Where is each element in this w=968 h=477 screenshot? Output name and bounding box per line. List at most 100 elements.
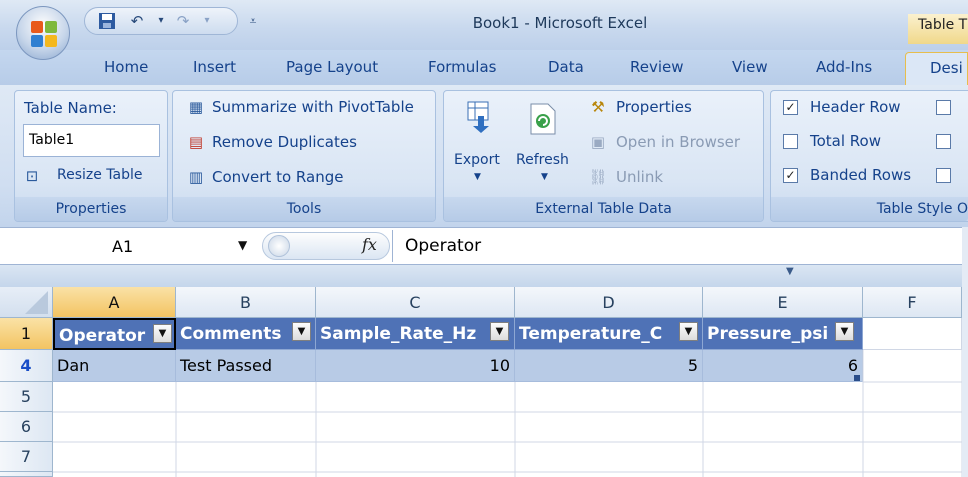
column-header-e[interactable]: E [703,287,863,318]
select-all-corner[interactable] [0,287,53,318]
undo-icon[interactable]: ↶ [126,10,148,32]
properties-group-label: Properties [15,197,167,221]
open-in-browser-icon: ▣ [590,133,606,151]
redo-icon[interactable]: ↷ [172,10,194,32]
row-header-8[interactable] [0,472,53,477]
customize-qat-icon[interactable]: ⩡ [242,10,264,32]
total-row-label: Total Row [810,132,881,150]
table-header-cell[interactable]: Sample_Rate_Hz ▼ [316,318,515,350]
properties-button[interactable]: ⚒ Properties [586,96,758,120]
summarize-pivottable-button[interactable]: ▦ Summarize with PivotTable [182,96,432,120]
window-right-edge [962,227,968,477]
tab-home[interactable]: Home [104,58,148,80]
filter-dropdown-icon[interactable]: ▼ [490,322,509,341]
open-in-browser-label: Open in Browser [616,133,741,151]
tab-data[interactable]: Data [548,58,584,80]
formula-bar-expand-handle[interactable] [268,235,290,257]
total-row-checkbox[interactable] [783,134,798,149]
table-header-temperature: Temperature_C [519,324,663,344]
undo-dropdown-icon[interactable]: ▾ [150,10,172,32]
table-header-comments: Comments [180,324,282,344]
table-header-sample-rate: Sample_Rate_Hz [320,324,477,344]
formula-input[interactable]: Operator [405,236,481,256]
column-header-d[interactable]: D [515,287,703,318]
export-button[interactable]: Export ▼ [452,96,508,192]
save-icon[interactable] [96,10,118,32]
table-header-cell[interactable]: Temperature_C ▼ [515,318,703,350]
table-header-cell[interactable]: Comments ▼ [176,318,316,350]
office-button[interactable] [16,6,70,60]
formula-bar-divider [392,230,393,262]
formula-bar-splitter [0,265,968,287]
banded-columns-checkbox[interactable] [936,168,951,183]
table-name-input[interactable]: Table1 [23,124,160,157]
name-box[interactable]: A1 [0,230,258,262]
convert-to-range-button[interactable]: ▥ Convert to Range [182,166,432,190]
pivottable-icon: ▦ [188,98,204,116]
export-icon [467,101,489,133]
tab-page-layout[interactable]: Page Layout [286,58,378,80]
filter-dropdown-icon[interactable]: ▼ [679,322,698,341]
split-marker-icon[interactable]: ▼ [786,266,794,277]
convert-to-range-label: Convert to Range [212,168,344,186]
cell-f1[interactable] [863,318,962,350]
external-table-data-group-label: External Table Data [444,197,763,221]
convert-to-range-icon: ▥ [188,168,204,186]
banded-rows-label: Banded Rows [810,166,912,184]
export-label: Export [454,152,500,168]
refresh-label: Refresh [516,152,569,168]
last-column-checkbox[interactable] [936,134,951,149]
properties-label: Properties [616,98,692,116]
tab-review[interactable]: Review [630,58,684,80]
column-header-c[interactable]: C [316,287,515,318]
tab-formulas[interactable]: Formulas [428,58,496,80]
table-name-label: Table Name: [24,99,117,117]
table-style-options-group-label: Table Style O [771,197,968,221]
excel-window: ↶ ▾ ↷ ▾ ⩡ Book1 - Microsoft Excel Table … [0,0,968,477]
redo-dropdown-icon[interactable]: ▾ [196,10,218,32]
properties-icon: ⚒ [591,98,605,116]
unlink-icon: ⛓ [588,168,608,186]
row-header-6[interactable]: 6 [0,412,53,442]
export-dropdown-icon: ▼ [474,172,481,182]
select-all-icon [25,291,48,314]
first-column-checkbox[interactable] [936,100,951,115]
row-header-7[interactable]: 7 [0,442,53,472]
tools-group-label: Tools [173,197,435,221]
open-in-browser-button[interactable]: ▣ Open in Browser [586,131,758,155]
refresh-icon [530,103,556,135]
filter-dropdown-icon[interactable]: ▼ [292,322,311,341]
unlink-button[interactable]: ⛓ Unlink [586,166,758,190]
table-header-pressure: Pressure_psi [707,324,829,344]
tab-design[interactable]: Desi [905,52,968,86]
table-header-cell[interactable]: Operator ▼ [53,318,176,350]
table-header-operator: Operator [59,326,146,346]
tab-view[interactable]: View [732,58,768,80]
resize-table-icon: ⊡ [25,167,39,185]
tab-insert[interactable]: Insert [193,58,236,80]
remove-duplicates-button[interactable]: ▤ Remove Duplicates [182,131,432,155]
office-logo-icon [31,21,57,47]
remove-duplicates-icon: ▤ [188,133,204,151]
row-header-5[interactable]: 5 [0,382,53,412]
empty-cells-gridlines [53,350,962,477]
name-box-dropdown-icon[interactable]: ▼ [238,238,247,252]
filter-dropdown-icon[interactable]: ▼ [153,324,172,343]
resize-table-label: Resize Table [57,167,143,183]
banded-rows-checkbox[interactable]: ✓ [783,168,798,183]
insert-function-icon[interactable]: fx [362,235,377,254]
refresh-dropdown-icon: ▼ [541,172,548,182]
row-header-4[interactable]: 4 [0,350,53,382]
refresh-button[interactable]: Refresh ▼ [514,96,580,192]
column-header-b[interactable]: B [176,287,316,318]
column-header-a[interactable]: A [53,287,176,318]
resize-table-button[interactable]: ⊡ Resize Table [20,166,160,188]
column-header-f[interactable]: F [863,287,962,318]
tab-add-ins[interactable]: Add-Ins [816,58,872,80]
table-tools-context-label: Table T [908,14,968,44]
filter-applied-icon[interactable]: ▼ [835,322,854,341]
summarize-pivottable-label: Summarize with PivotTable [212,98,414,116]
header-row-checkbox[interactable]: ✓ [783,100,798,115]
row-header-1[interactable]: 1 [0,318,53,350]
table-header-cell[interactable]: Pressure_psi ▼ [703,318,863,350]
